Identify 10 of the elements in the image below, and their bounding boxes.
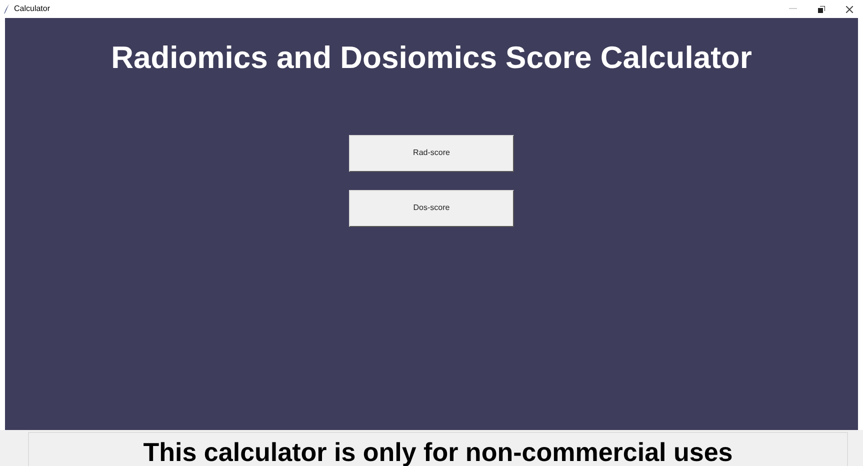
- close-icon: [846, 6, 852, 12]
- window-title: Calculator: [14, 3, 50, 15]
- restore-button[interactable]: [815, 3, 827, 15]
- score-button[interactable]: Dos-score: [349, 190, 514, 226]
- score-button[interactable]: Rad-score: [349, 134, 514, 172]
- restore-icon: [818, 6, 824, 12]
- minimize-icon: [789, 8, 797, 10]
- feather-icon: [4, 4, 10, 14]
- app-heading: Radiomics and Dosiomics Score Calculator: [111, 39, 752, 77]
- close-button[interactable]: [843, 3, 855, 15]
